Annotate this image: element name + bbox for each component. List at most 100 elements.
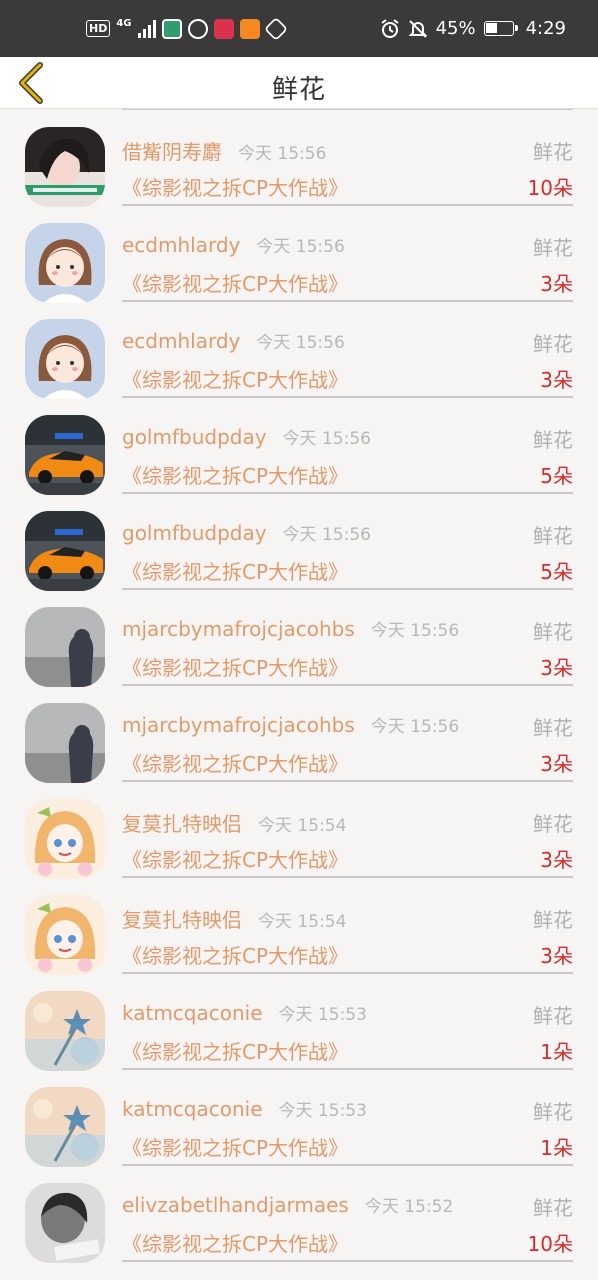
timestamp: 今天 15:52 [364, 1197, 454, 1217]
avatar-bw-photo[interactable] [25, 1183, 105, 1263]
work-title[interactable]: 《综影视之拆CP大作战》 [122, 460, 348, 489]
timestamp: 今天 15:56 [282, 525, 371, 545]
gift-type-label: 鲜花 [533, 236, 573, 260]
list-item[interactable]: mjarcbymafrojcjacohbs 今天 15:56 鲜花 《综影视之拆C… [0, 685, 598, 783]
user-name: golmfbudpday [122, 425, 267, 449]
timestamp: 今天 15:56 [282, 429, 371, 449]
list-item[interactable]: 借觜阴寿麝 今天 15:56 鲜花 《综影视之拆CP大作战》 10朵 [0, 109, 598, 207]
list-item[interactable]: katmcqaconie 今天 15:53 鲜花 《综影视之拆CP大作战》 1朵 [0, 973, 598, 1071]
list-item[interactable]: elivzabetlhandjarmaes 今天 15:52 鲜花 《综影视之拆C… [0, 1165, 598, 1263]
user-name: ecdmhlardy [122, 329, 241, 353]
work-title[interactable]: 《综影视之拆CP大作战》 [122, 652, 348, 681]
gift-quantity: 3朵 [540, 656, 573, 680]
alarm-icon [380, 18, 399, 38]
page-title: 鲜花 [271, 75, 326, 105]
avatar-anime-girl[interactable] [25, 895, 105, 975]
timestamp: 今天 15:56 [256, 333, 345, 353]
avatar-fog-figure[interactable] [25, 703, 105, 783]
gift-quantity: 3朵 [540, 944, 573, 968]
app-notification-icon [239, 18, 260, 39]
gift-quantity: 5朵 [540, 560, 573, 584]
user-name: ecdmhlardy [122, 233, 241, 257]
gift-type-label: 鲜花 [533, 1196, 573, 1220]
timestamp: 今天 15:53 [278, 1101, 367, 1121]
status-icons-left: HD 4G [86, 0, 288, 57]
app-notification-icon [213, 18, 234, 39]
hand-icon [263, 16, 288, 41]
timestamp: 今天 15:56 [238, 144, 327, 164]
status-bar: HD 4G 45% 4:29 [0, 0, 598, 57]
avatar-cartoon-girl[interactable] [25, 223, 105, 303]
clock: 4:29 [525, 18, 566, 39]
gift-record-list[interactable]: 借觜阴寿麝 今天 15:56 鲜花 《综影视之拆CP大作战》 10朵 ecdmhl… [0, 109, 598, 1280]
gift-type-label: 鲜花 [533, 812, 573, 836]
gift-type-label: 鲜花 [533, 524, 573, 548]
timestamp: 今天 15:54 [258, 912, 347, 932]
work-title[interactable]: 《综影视之拆CP大作战》 [122, 1036, 348, 1065]
gift-quantity: 10朵 [527, 176, 573, 200]
battery-icon [483, 21, 518, 36]
work-title[interactable]: 《综影视之拆CP大作战》 [122, 1132, 348, 1161]
list-item[interactable]: ecdmhlardy 今天 15:56 鲜花 《综影视之拆CP大作战》 3朵 [0, 301, 598, 399]
user-name: katmcqaconie [122, 1001, 263, 1025]
avatar-star-wand[interactable] [25, 1087, 105, 1167]
gift-type-label: 鲜花 [533, 1004, 573, 1028]
gift-type-label: 鲜花 [533, 716, 573, 740]
timestamp: 今天 15:53 [278, 1005, 367, 1025]
gift-quantity: 3朵 [540, 368, 573, 392]
work-title[interactable]: 《综影视之拆CP大作战》 [122, 556, 348, 585]
mute-icon [408, 19, 427, 38]
user-name: golmfbudpday [122, 521, 267, 545]
work-title[interactable]: 《综影视之拆CP大作战》 [122, 172, 348, 201]
avatar-fog-figure[interactable] [25, 607, 105, 687]
list-item[interactable]: katmcqaconie 今天 15:53 鲜花 《综影视之拆CP大作战》 1朵 [0, 1069, 598, 1167]
timestamp: 今天 15:56 [370, 717, 460, 737]
gift-type-label: 鲜花 [533, 428, 573, 452]
signal-icon [137, 19, 156, 38]
status-icons-right: 45% 4:29 [380, 0, 566, 57]
gift-type-label: 鲜花 [533, 620, 573, 644]
list-item[interactable]: 复莫扎特映侣 今天 15:54 鲜花 《综影视之拆CP大作战》 3朵 [0, 781, 598, 879]
sync-icon [187, 18, 208, 39]
gift-quantity: 3朵 [540, 272, 573, 296]
user-name: mjarcbymafrojcjacohbs [122, 617, 355, 641]
work-title[interactable]: 《综影视之拆CP大作战》 [122, 1228, 348, 1257]
timestamp: 今天 15:56 [256, 237, 345, 257]
list-item[interactable]: golmfbudpday 今天 15:56 鲜花 《综影视之拆CP大作战》 5朵 [0, 493, 598, 591]
work-title[interactable]: 《综影视之拆CP大作战》 [122, 844, 348, 873]
gift-quantity: 10朵 [527, 1232, 573, 1256]
gift-quantity: 1朵 [540, 1136, 573, 1160]
gift-type-label: 鲜花 [533, 140, 573, 164]
avatar-orange-car[interactable] [25, 415, 105, 495]
avatar-star-wand[interactable] [25, 991, 105, 1071]
hd-indicator: HD [86, 20, 111, 37]
network-type: 4G [116, 18, 132, 29]
work-title[interactable]: 《综影视之拆CP大作战》 [122, 940, 348, 969]
gift-quantity: 3朵 [540, 752, 573, 776]
battery-percent: 45% [435, 18, 476, 39]
list-item[interactable]: ecdmhlardy 今天 15:56 鲜花 《综影视之拆CP大作战》 3朵 [0, 205, 598, 303]
gift-type-label: 鲜花 [533, 1100, 573, 1124]
app-notification-icon [161, 18, 182, 39]
work-title[interactable]: 《综影视之拆CP大作战》 [122, 268, 348, 297]
gift-quantity: 1朵 [540, 1040, 573, 1064]
work-title[interactable]: 《综影视之拆CP大作战》 [122, 748, 348, 777]
avatar-cartoon-girl[interactable] [25, 319, 105, 399]
avatar-anime-girl[interactable] [25, 799, 105, 879]
app-header: 鲜花 [0, 57, 598, 109]
list-item[interactable]: 复莫扎特映侣 今天 15:54 鲜花 《综影视之拆CP大作战》 3朵 [0, 877, 598, 975]
gift-quantity: 5朵 [540, 464, 573, 488]
user-name: 借觜阴寿麝 [122, 140, 222, 164]
row-divider [122, 1260, 573, 1262]
user-name: mjarcbymafrojcjacohbs [122, 713, 355, 737]
gift-quantity: 3朵 [540, 848, 573, 872]
timestamp: 今天 15:54 [258, 816, 347, 836]
user-name: elivzabetlhandjarmaes [122, 1193, 349, 1217]
avatar-orange-car[interactable] [25, 511, 105, 591]
work-title[interactable]: 《综影视之拆CP大作战》 [122, 364, 348, 393]
list-item[interactable]: mjarcbymafrojcjacohbs 今天 15:56 鲜花 《综影视之拆C… [0, 589, 598, 687]
user-name: 复莫扎特映侣 [122, 812, 242, 836]
list-item[interactable]: golmfbudpday 今天 15:56 鲜花 《综影视之拆CP大作战》 5朵 [0, 397, 598, 495]
user-name: 复莫扎特映侣 [122, 908, 242, 932]
avatar-girl-photo[interactable] [25, 127, 105, 207]
